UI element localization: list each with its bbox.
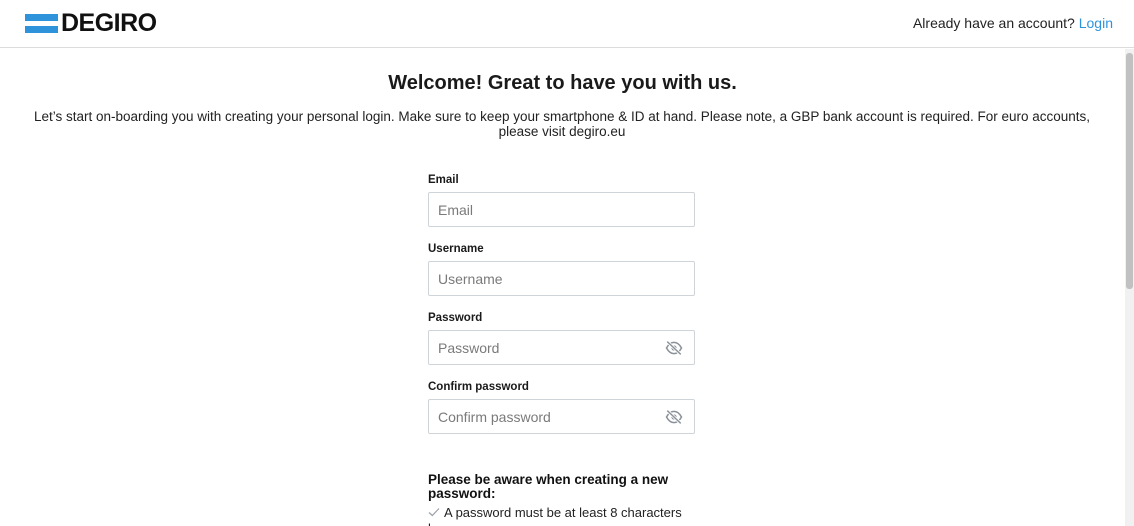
password-rule: A password must be at least 8 characters… <box>428 505 695 526</box>
email-group: Email <box>428 174 695 243</box>
account-prompt-text: Already have an account? <box>912 15 1075 31</box>
username-field-box <box>428 261 695 296</box>
email-field-box <box>428 192 695 227</box>
eye-slash-icon[interactable] <box>665 340 683 356</box>
password-field-box <box>428 330 695 365</box>
logo-text: DEGIRO <box>61 9 157 37</box>
password-group: Password <box>428 312 695 381</box>
logo-stripes-icon <box>25 13 58 33</box>
email-label: Email <box>428 174 459 186</box>
intro-text: Let’s start on-boarding you with creatin… <box>33 109 1091 139</box>
scrollbar-thumb[interactable] <box>1126 53 1133 289</box>
password-label: Password <box>428 312 483 324</box>
password-notice-title: Please be aware when creating a new pass… <box>428 472 669 501</box>
confirm-password-input[interactable] <box>429 400 694 433</box>
email-input[interactable] <box>429 193 694 226</box>
password-input[interactable] <box>429 331 694 364</box>
confirm-password-field-box <box>428 399 695 434</box>
top-header: DEGIRO Already have an account? Login <box>0 0 1134 48</box>
username-label: Username <box>428 243 484 255</box>
password-rule-text: A password must be at least 8 characters… <box>428 505 682 526</box>
confirm-password-label: Confirm password <box>428 381 529 393</box>
username-input[interactable] <box>429 262 694 295</box>
registration-form: Email Username Password Confirm password <box>428 174 695 526</box>
page-title: Welcome! Great to have you with us. <box>388 72 737 94</box>
confirm-password-group: Confirm password <box>428 381 695 450</box>
login-link[interactable]: Login <box>1079 15 1113 31</box>
login-prompt: Already have an account? Login <box>913 15 1113 31</box>
eye-slash-icon[interactable] <box>665 409 683 425</box>
password-notice: Please be aware when creating a new pass… <box>428 473 695 526</box>
page-scrollbar[interactable] <box>1125 49 1134 526</box>
check-icon <box>428 508 440 517</box>
username-group: Username <box>428 243 695 312</box>
degiro-logo[interactable]: DEGIRO <box>25 9 157 37</box>
